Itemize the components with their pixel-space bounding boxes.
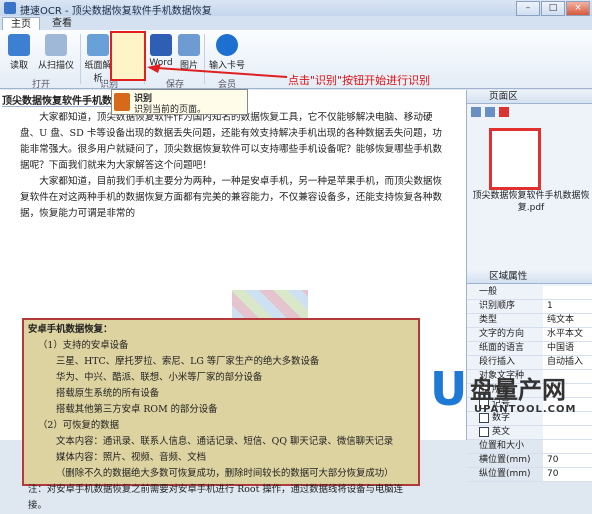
prop-row: 文字的方向 水平本文 [467, 328, 592, 342]
title-bar: 捷速OCR - 顶尖数据恢复软件手机数据恢复 – □ × [0, 0, 592, 17]
document-view[interactable]: 顶尖数据恢复软件手机数 大家都知道，顶尖数据恢复软件作为国内知名的数据恢复工具，… [0, 90, 467, 511]
recognition-region[interactable]: 安卓手机数据恢复： （1）支持的安卓设备 三星、HTC、摩托罗拉、索尼、LG 等… [22, 318, 420, 511]
prop-value[interactable]: 水平本文 [543, 328, 592, 341]
prop-value[interactable]: 70 [543, 468, 592, 481]
group-open-label: 打开 [32, 80, 51, 90]
recognize-highlight [110, 31, 146, 81]
watermark-url: UPANTOOL.COM [474, 404, 577, 415]
page-thumbnail-label: 顶尖数据恢复软件手机数据恢复.pdf [472, 191, 590, 213]
minimize-button[interactable]: – [516, 1, 540, 16]
prop-key: 位置和大小 [479, 441, 525, 451]
scanner-button[interactable]: 从扫描仪 [36, 34, 76, 71]
prop-row: 纵位置(mm) 70 [467, 468, 592, 482]
list-item: （删除不久的数据绝大多数可恢复成功，删除时间较长的数据可大部分恢复成功） [56, 468, 394, 479]
prop-value[interactable] [543, 286, 592, 299]
watermark-text: 盘量产网 [470, 376, 566, 404]
page-panel-title: 页面区 [467, 90, 592, 104]
tab-view[interactable]: 查看 [44, 17, 80, 30]
divider [80, 34, 81, 84]
prop-row: 横位置(mm) 70 [467, 454, 592, 468]
prop-key: 纵位置(mm) [479, 469, 531, 479]
word-button[interactable]: Word [148, 34, 174, 68]
folder-icon [8, 34, 30, 56]
prop-row: 识别顺序 1 [467, 300, 592, 314]
prop-key: 横位置(mm) [479, 455, 531, 465]
prop-row: 纸面的语言 中国语 [467, 342, 592, 356]
callout-arrow [147, 64, 288, 78]
page-delete-icon[interactable] [499, 107, 509, 117]
prop-row: 类型 纯文本 [467, 314, 592, 328]
note-line: 注：对安卓手机数据恢复之前需要对安卓手机进行 Root 操作，通过数据线将设备与… [28, 484, 403, 511]
app-logo-icon [4, 2, 16, 14]
close-button[interactable]: × [566, 1, 590, 16]
maximize-button[interactable]: □ [541, 1, 565, 16]
tab-home[interactable]: 主页 [2, 17, 40, 31]
image-icon [178, 34, 200, 56]
checkbox[interactable] [479, 426, 489, 437]
callout-text: 点击"识别"按钮开始进行识别 [288, 74, 431, 87]
props-panel-title: 区域属性 [467, 270, 592, 284]
scanner-label: 从扫描仪 [37, 61, 74, 71]
page-toolbar [467, 105, 592, 119]
list-item: （1）支持的安卓设备 [38, 340, 129, 351]
document-body: 大家都知道，顶尖数据恢复软件作为国内知名的数据恢复工具，它不仅能够解决电脑、移动… [20, 110, 450, 222]
ribbon-tabs: 主页 查看 [0, 16, 592, 31]
prop-key: 文字的方向 [479, 329, 525, 339]
ocr-icon [114, 93, 130, 111]
page-parse-icon [87, 34, 109, 56]
prop-row: 位置和大小 [467, 440, 592, 454]
prop-key: 英文 [492, 427, 511, 437]
list-item: 三星、HTC、摩托罗拉、索尼、LG 等厂家生产的绝大多数设备 [56, 356, 320, 367]
info-icon [216, 34, 238, 56]
scanner-icon [45, 34, 67, 56]
list-item: 搭载原生系统的所有设备 [56, 388, 160, 399]
list-item: 文本内容：通讯录、联系人信息、通话记录、短信、QQ 聊天记录、微信聊天记录 [56, 436, 394, 447]
watermark-logo: U [430, 362, 468, 416]
list-item: 华为、中兴、酷派、联想、小米等厂家的部分设备 [56, 372, 263, 383]
word-icon [150, 34, 172, 56]
prop-row: 英文 [467, 426, 592, 440]
page-thumbnail[interactable] [489, 128, 541, 190]
prop-value[interactable]: 1 [543, 300, 592, 313]
section-heading: 安卓手机数据恢复： [28, 324, 113, 335]
recognize-tooltip: 识别 识别当前的页面。 [111, 89, 248, 115]
prop-value[interactable]: 中国语 [543, 342, 592, 355]
read-label: 读取 [9, 61, 28, 71]
prop-value[interactable]: 纯文本 [543, 314, 592, 327]
read-button[interactable]: 读取 [6, 34, 32, 71]
paragraph: 大家都知道，顶尖数据恢复软件作为国内知名的数据恢复工具，它不仅能够解决电脑、移动… [20, 112, 443, 171]
list-item: 媒体内容：照片、视频、音频、文档 [56, 452, 207, 463]
prop-value[interactable] [543, 440, 592, 453]
prop-key: 类型 [479, 315, 498, 325]
list-item: 搭载其他第三方安卓 ROM 的部分设备 [56, 404, 218, 415]
prop-row: 一般 [467, 286, 592, 300]
page-copy-icon[interactable] [485, 107, 495, 117]
prop-key: 一般 [479, 287, 498, 297]
tooltip-description: 识别当前的页面。 [134, 105, 207, 115]
prop-value[interactable] [543, 426, 592, 439]
page-add-icon[interactable] [471, 107, 481, 117]
list-item: （2）可恢复的数据 [38, 420, 119, 431]
window-title: 捷速OCR - 顶尖数据恢复软件手机数据恢复 [20, 6, 212, 17]
prop-key: 识别顺序 [479, 301, 516, 311]
watermark: U 盘量产网 UPANTOOL.COM [430, 362, 592, 422]
prop-value[interactable]: 70 [543, 454, 592, 467]
paragraph: 大家都知道，目前我们手机主要分为两种，一种是安卓手机，另一种是苹果手机，而顶尖数… [20, 176, 443, 219]
prop-key: 纸面的语言 [479, 343, 525, 353]
